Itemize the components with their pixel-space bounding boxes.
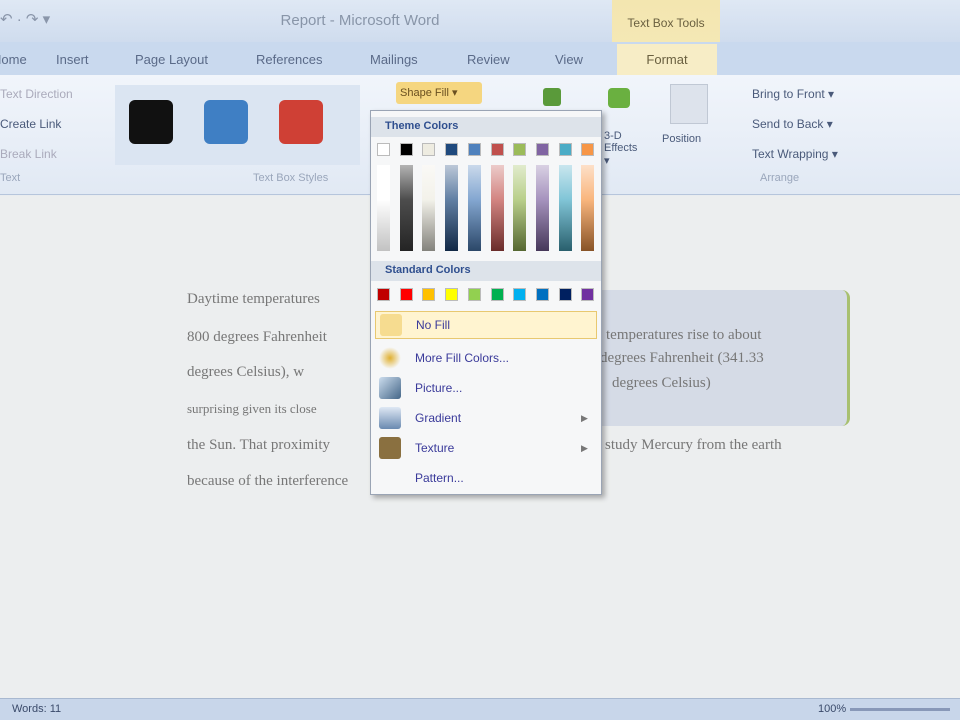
textbox-line: temperatures rise to about: [606, 327, 762, 343]
theme-colors-header: Theme Colors: [371, 117, 601, 137]
gradient-icon: [379, 407, 401, 429]
text-direction-button[interactable]: Text Direction: [0, 87, 73, 101]
standard-color-swatch[interactable]: [581, 288, 595, 301]
theme-color-swatch[interactable]: [581, 143, 595, 156]
more-colors-icon: [379, 347, 401, 369]
standard-color-swatch[interactable]: [445, 288, 459, 301]
doc-line: the Sun. That proximity: [187, 437, 331, 453]
3d-effects-icon[interactable]: [608, 88, 630, 108]
zoom-level[interactable]: 100%: [818, 703, 846, 715]
doc-line: surprising given its close: [187, 401, 317, 416]
theme-color-shades[interactable]: [399, 165, 413, 251]
more-fill-colors-item[interactable]: More Fill Colors...: [415, 351, 509, 365]
textbox-line: degrees Fahrenheit (341.33: [600, 350, 764, 366]
theme-color-swatch[interactable]: [535, 143, 549, 156]
doc-line: 800 degrees Fahrenheit: [187, 329, 327, 345]
tab-page-layout[interactable]: Page Layout: [135, 52, 208, 67]
theme-color-shades[interactable]: [377, 165, 390, 251]
3d-effects-label[interactable]: 3-D Effects ▾: [604, 130, 644, 167]
pattern-item[interactable]: Pattern...: [415, 471, 464, 485]
texture-icon: [379, 437, 401, 459]
picture-icon: [379, 377, 401, 399]
theme-color-swatch[interactable]: [377, 143, 390, 156]
ribbon-tabs: Home Insert Page Layout References Maili…: [0, 42, 960, 75]
theme-color-shades[interactable]: [513, 165, 527, 251]
send-to-back-button[interactable]: Send to Back ▾: [752, 117, 833, 131]
shadow-effects-icon[interactable]: [543, 88, 561, 106]
position-icon[interactable]: [670, 84, 708, 124]
textbox-line: degrees Celsius): [612, 375, 711, 391]
doc-line: degrees Celsius), w: [187, 364, 305, 380]
text-box-tools-label: Text Box Tools: [627, 16, 705, 30]
doc-line-end: study Mercury from the earth: [605, 437, 782, 453]
standard-color-swatch[interactable]: [558, 288, 572, 301]
standard-color-swatch[interactable]: [535, 288, 549, 301]
submenu-arrow-icon: ▶: [581, 413, 588, 423]
theme-color-swatch[interactable]: [399, 143, 413, 156]
theme-color-shades[interactable]: [558, 165, 572, 251]
tab-mailings[interactable]: Mailings: [370, 52, 418, 67]
theme-color-swatch[interactable]: [422, 143, 436, 156]
shape-fill-dropdown: Theme Colors Standard Colors No Fill Mor…: [370, 110, 602, 495]
status-bar: Words: 11 100%: [0, 698, 960, 720]
standard-color-swatch[interactable]: [490, 288, 504, 301]
tab-references[interactable]: References: [256, 52, 322, 67]
theme-color-swatch[interactable]: [490, 143, 504, 156]
standard-color-swatch[interactable]: [513, 288, 527, 301]
shape-fill-button[interactable]: Shape Fill ▾: [396, 82, 482, 104]
position-button[interactable]: Position: [662, 133, 701, 145]
tab-review[interactable]: Review: [467, 52, 510, 67]
no-fill-icon: [380, 314, 402, 336]
theme-color-shades[interactable]: [422, 165, 436, 251]
texture-item[interactable]: Texture: [415, 441, 454, 455]
doc-line: because of the interference: [187, 473, 349, 489]
standard-color-swatch[interactable]: [399, 288, 413, 301]
standard-color-swatch[interactable]: [377, 288, 390, 301]
theme-color-shades[interactable]: [581, 165, 595, 251]
theme-color-swatch[interactable]: [445, 143, 459, 156]
theme-color-swatch[interactable]: [467, 143, 481, 156]
theme-color-shades[interactable]: [535, 165, 549, 251]
no-fill-label: No Fill: [416, 318, 451, 332]
theme-color-shades[interactable]: [445, 165, 459, 251]
standard-color-swatch[interactable]: [422, 288, 436, 301]
theme-color-swatch[interactable]: [513, 143, 527, 156]
styles-group-label: Text Box Styles: [253, 172, 329, 184]
zoom-slider[interactable]: [850, 708, 950, 711]
theme-color-swatch[interactable]: [558, 143, 572, 156]
create-link-button[interactable]: Create Link: [0, 117, 61, 131]
text-wrapping-button[interactable]: Text Wrapping ▾: [752, 147, 838, 161]
style-swatch-blue[interactable]: [204, 100, 248, 144]
bring-to-front-button[interactable]: Bring to Front ▾: [752, 87, 834, 101]
style-swatch-black[interactable]: [129, 100, 173, 144]
tab-format[interactable]: Format: [617, 44, 717, 75]
text-group-label: Text: [0, 172, 21, 184]
no-fill-item[interactable]: No Fill: [375, 311, 597, 339]
break-link-button[interactable]: Break Link: [0, 147, 57, 161]
tab-insert[interactable]: Insert: [56, 52, 89, 67]
arrange-group-label: Arrange: [760, 172, 800, 184]
submenu-arrow-icon: ▶: [581, 443, 588, 453]
style-swatch-red[interactable]: [279, 100, 323, 144]
doc-line: Daytime temperatures: [187, 291, 320, 307]
standard-colors-header: Standard Colors: [371, 261, 601, 281]
gradient-item[interactable]: Gradient: [415, 411, 461, 425]
word-count[interactable]: Words: 11: [12, 703, 61, 715]
theme-color-shades[interactable]: [467, 165, 481, 251]
tab-home[interactable]: Home: [0, 52, 27, 67]
theme-color-shades[interactable]: [490, 165, 504, 251]
tab-view[interactable]: View: [555, 52, 583, 67]
standard-color-swatch[interactable]: [467, 288, 481, 301]
picture-item[interactable]: Picture...: [415, 381, 462, 395]
